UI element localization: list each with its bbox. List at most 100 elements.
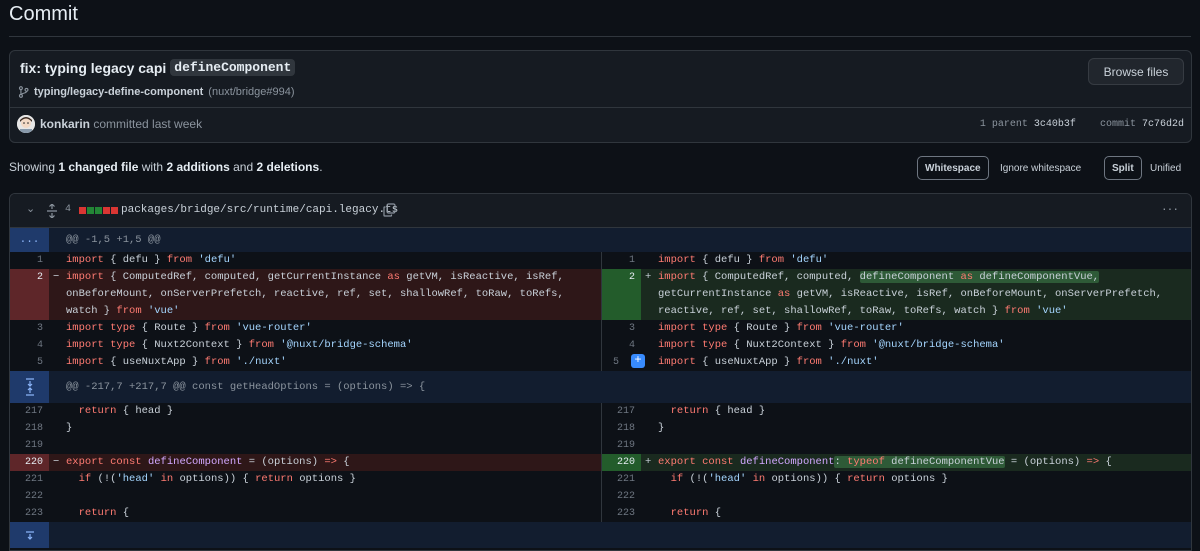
line-number[interactable]: 3 [10, 320, 49, 337]
branch-link[interactable]: typing/legacy-define-component [34, 86, 203, 98]
copy-icon[interactable] [383, 203, 396, 217]
code-line: return { [670, 507, 722, 519]
diff-row: 1 import { defu } from 'defu' 1 import { d… [10, 252, 1191, 269]
code-line: import type { Nuxt2Context } from '@nuxt… [658, 339, 1005, 351]
parent-sha-link[interactable]: 3c40b3f [1034, 119, 1076, 130]
hunk-header-text: @@ -1,5 +1,5 @@ [66, 234, 161, 246]
parent-label: 1 parent [979, 119, 1028, 130]
line-number[interactable]: 219 [602, 437, 641, 454]
commit-message-code: defineComponent [170, 59, 296, 76]
diffstat-block [95, 207, 102, 214]
pr-link[interactable]: (nuxt/bridge#994) [208, 86, 294, 98]
diff-row: 217 return { head } 217 return { head } [10, 403, 1191, 420]
line-number[interactable]: 2 [10, 269, 49, 320]
line-number[interactable]: 220 [602, 454, 641, 471]
line-number[interactable]: 223 [602, 505, 641, 522]
hunk-footer [10, 522, 1191, 548]
file-diff: ⌄ 4 packages/bridge/src/runtime/capi.leg… [9, 193, 1192, 551]
line-number[interactable]: 4 [10, 337, 49, 354]
line-number[interactable]: 2 [602, 269, 641, 320]
ignore-whitespace-button[interactable]: Ignore whitespace [993, 156, 1088, 180]
code-line: import type { Route } from 'vue-router' [66, 322, 312, 334]
code-line: import { defu } from 'defu' [658, 254, 829, 266]
diffstat-block [79, 207, 86, 214]
diff-row: 3 import type { Route } from 'vue-router'… [10, 320, 1191, 337]
commit-sha[interactable]: 7c76d2d [1142, 119, 1184, 130]
line-number[interactable]: 4 [602, 337, 641, 354]
page-title: Commit [9, 3, 78, 25]
code-line: import { useNuxtApp } from './nuxt' [658, 356, 879, 368]
line-number[interactable]: 217 [10, 403, 49, 420]
added-code-line: + export const defineComponent: typeof de… [641, 454, 1191, 471]
author-link[interactable]: konkarin [40, 117, 90, 131]
diffstat-block [111, 207, 118, 214]
commit-header: fix: typing legacy capi defineComponent … [9, 50, 1192, 143]
diff-row: 218} 218} [10, 420, 1191, 437]
line-number[interactable]: 1 [10, 252, 49, 269]
hunk-header: @@ -217,7 +217,7 @@ const getHeadOptions… [10, 371, 1191, 403]
git-branch-icon [18, 86, 29, 98]
summary-text: . [319, 160, 323, 174]
code-line: import { defu } from 'defu' [66, 254, 237, 266]
avatar[interactable] [17, 115, 35, 133]
summary-text: Showing [9, 160, 56, 174]
kebab-menu-icon[interactable]: ··· [1162, 200, 1179, 216]
code-line: if (!('head' in options)) { return optio… [670, 473, 948, 485]
expand-all-icon[interactable]: ... [10, 228, 49, 252]
expand-hunk-control[interactable] [10, 371, 49, 403]
summary-text: and [233, 160, 254, 174]
deleted-code-line: − import { ComputedRef, computed, getCurr… [49, 269, 601, 320]
author-line: konkarin committed last week [40, 117, 202, 131]
hunk-header: ... @@ -1,5 +1,5 @@ [10, 228, 1191, 252]
diff-row-changed: 2− import { ComputedRef, computed, getCur… [10, 269, 1191, 320]
commit-message-text: fix: typing legacy capi [20, 59, 167, 76]
line-number[interactable]: 217 [602, 403, 641, 420]
diff-summary: Showing 1 changed file with 2 additions … [9, 160, 323, 174]
line-number[interactable]: 222 [10, 488, 49, 505]
line-number[interactable]: 221 [602, 471, 641, 488]
diff-row: 222 222 [10, 488, 1191, 505]
diff-row: 223 return { 223 return { [10, 505, 1191, 522]
line-number[interactable]: 219 [10, 437, 49, 454]
line-number[interactable]: 5 [10, 354, 49, 371]
chevron-down-icon[interactable]: ⌄ [26, 202, 35, 215]
summary-deletions: 2 deletions [256, 160, 320, 174]
change-count: 4 [65, 204, 72, 215]
commit-label: commit [1099, 119, 1136, 130]
line-number[interactable]: 222 [602, 488, 641, 505]
summary-additions: 2 additions [166, 160, 230, 174]
line-number[interactable]: 223 [10, 505, 49, 522]
code-line: import type { Route } from 'vue-router' [658, 322, 904, 334]
expand-down-icon[interactable] [10, 522, 49, 548]
line-number[interactable]: 1 [602, 252, 641, 269]
code-line: return { head } [78, 405, 174, 417]
code-line: import type { Nuxt2Context } from '@nuxt… [66, 339, 413, 351]
code-line: } [658, 422, 665, 434]
commit-message: fix: typing legacy capi defineComponent [20, 59, 296, 76]
deleted-code-line: − export const defineComponent = (options… [49, 454, 601, 471]
diffstat-bar [79, 207, 118, 214]
expand-up-icon[interactable] [25, 387, 35, 396]
code-line: return { [78, 507, 130, 519]
line-number[interactable]: 3 [602, 320, 641, 337]
file-path[interactable]: packages/bridge/src/runtime/capi.legacy.… [121, 204, 398, 216]
line-number[interactable]: 220 [10, 454, 49, 471]
whitespace-button[interactable]: Whitespace [917, 156, 989, 180]
line-number[interactable]: 221 [10, 471, 49, 488]
diffstat-block [87, 207, 94, 214]
unfold-icon[interactable] [46, 204, 58, 218]
line-number[interactable]: 218 [602, 420, 641, 437]
summary-files: 1 changed file [58, 160, 139, 174]
diff-row: 4 import type { Nuxt2Context } from '@nux… [10, 337, 1191, 354]
expand-down-icon[interactable] [25, 378, 35, 387]
split-view-button[interactable]: Split [1104, 156, 1142, 180]
added-code-line: + import { ComputedRef, computed, defineC… [641, 269, 1191, 320]
add-comment-button[interactable]: + [631, 354, 645, 368]
code-line: import { useNuxtApp } from './nuxt' [66, 356, 287, 368]
line-number[interactable]: 218 [10, 420, 49, 437]
unified-view-button[interactable]: Unified [1143, 156, 1188, 180]
browse-files-button[interactable]: Browse files [1088, 58, 1184, 85]
